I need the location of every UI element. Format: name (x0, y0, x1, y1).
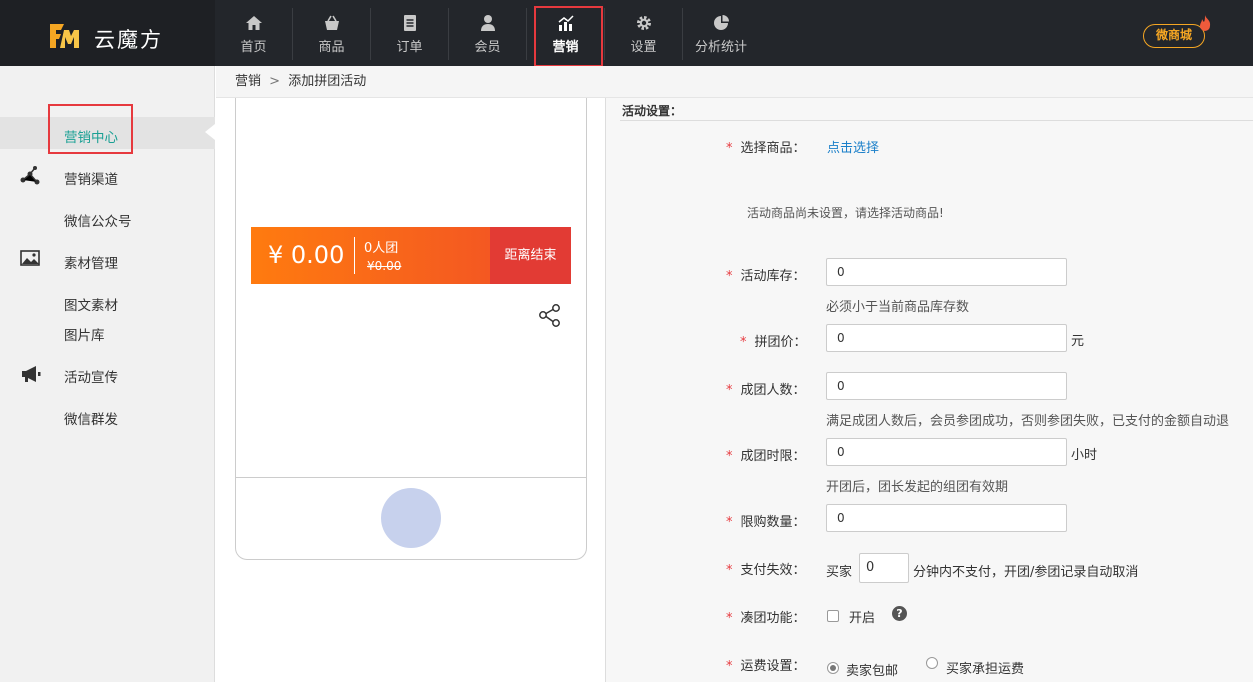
sidebar-item-image-library[interactable]: 图片库 (64, 324, 105, 344)
time-limit-help: 开团后，团长发起的组团有效期 (826, 480, 1009, 495)
nav-label: 设置 (630, 40, 657, 55)
gear-icon (636, 16, 651, 30)
nav-settings[interactable]: 设置 (605, 8, 683, 60)
sidebar-item-wechat-broadcast[interactable]: 微信群发 (64, 408, 118, 428)
help-icon[interactable]: ? (892, 606, 907, 621)
app-name: 云魔方 (94, 28, 163, 52)
phone-home-button (381, 488, 441, 548)
auto-group-label: * 凑团功能： (726, 611, 806, 626)
stock-help: 必须小于当前商品库存数 (826, 300, 970, 315)
group-count-help: 满足成团人数后，会员参团成功，否则参团失败，已支付的金额自动退 (826, 414, 1230, 429)
sidebar-item-material-management[interactable]: 素材管理 (64, 252, 118, 272)
megaphone-icon (22, 366, 41, 382)
time-limit-label: * 成团时限： (726, 449, 806, 464)
sidebar-item-article-material[interactable]: 图文素材 (64, 294, 118, 314)
nav-products[interactable]: 商品 (293, 8, 371, 60)
phone-preview: ¥ 0.00 0人团 ¥0.00 距离结束 (235, 98, 587, 560)
nav-label: 会员 (474, 40, 501, 55)
group-count-input[interactable]: 0 (826, 372, 1067, 400)
pie-icon (714, 15, 729, 30)
sidebar-active-arrow (205, 124, 215, 140)
shipping-option-seller: 卖家包邮 (846, 664, 899, 679)
nav-label: 分析统计 (694, 40, 747, 55)
payment-timeout-prefix: 买家 (826, 565, 853, 580)
top-nav-bar: 云魔方 首页 商品 订单 会员 营销 设置 分析统计 微商城 (0, 0, 1253, 67)
shipping-option-buyer: 买家承担运费 (946, 662, 1025, 677)
group-price-unit: 元 (1071, 334, 1085, 349)
basket-icon (324, 15, 339, 30)
time-limit-input[interactable]: 0 (826, 438, 1067, 466)
nav-orders[interactable]: 订单 (371, 8, 449, 60)
divider (354, 237, 355, 274)
group-price-input[interactable]: 0 (826, 324, 1067, 352)
nav-analytics[interactable]: 分析统计 (683, 8, 759, 60)
product-label: * 选择商品： (726, 141, 806, 156)
auto-group-option: 开启 (849, 611, 876, 626)
breadcrumb-current: 添加拼团活动 (288, 74, 367, 89)
preview-group-size: 0人团 (364, 241, 399, 256)
nav-label: 订单 (396, 40, 423, 55)
share-icon[interactable] (538, 303, 562, 327)
breadcrumb-separator: > (269, 74, 281, 89)
document-icon (403, 15, 416, 31)
sidebar-item-activity-promotion[interactable]: 活动宣传 (64, 366, 118, 386)
breadcrumb-parent[interactable]: 营销 (235, 74, 261, 89)
stock-input[interactable]: 0 (826, 258, 1067, 286)
logo[interactable]: 云魔方 (0, 0, 215, 66)
shipping-label: * 运费设置： (726, 659, 806, 674)
activity-settings-panel: 活动设置： * 选择商品： 点击选择 活动商品尚未设置，请选择活动商品! * 活动库… (605, 98, 1253, 682)
preview-price: ¥ 0.00 (268, 241, 345, 269)
purchase-limit-input[interactable]: 0 (826, 504, 1067, 532)
store-badge[interactable]: 微商城 (1143, 24, 1205, 48)
shipping-radio-buyer[interactable] (926, 657, 938, 669)
time-limit-unit: 小时 (1071, 448, 1098, 463)
image-icon (20, 250, 40, 266)
preview-original-price: ¥0.00 (367, 259, 402, 273)
payment-timeout-suffix: 分钟内不支付，开团/参团记录自动取消 (913, 565, 1139, 580)
shipping-radio-seller[interactable] (827, 662, 839, 674)
nav-home[interactable]: 首页 (215, 8, 293, 60)
flame-icon (1200, 15, 1211, 31)
sidebar-item-marketing-channel[interactable]: 营销渠道 (64, 168, 118, 188)
group-price-label: * 拼团价： (740, 335, 807, 350)
select-product-link[interactable]: 点击选择 (827, 137, 879, 156)
payment-timeout-label: * 支付失效： (726, 563, 806, 578)
preview-countdown-label: 距离结束 (490, 227, 571, 284)
product-notice: 活动商品尚未设置，请选择活动商品! (747, 206, 944, 220)
share-nodes-icon (20, 166, 40, 185)
breadcrumb: 营销 > 添加拼团活动 (216, 66, 1253, 98)
auto-group-checkbox[interactable] (827, 610, 839, 622)
group-price-banner: ¥ 0.00 0人团 ¥0.00 距离结束 (251, 227, 571, 284)
home-icon (245, 16, 262, 30)
divider (620, 120, 1253, 121)
logo-icon (50, 24, 79, 48)
purchase-limit-label: * 限购数量： (726, 515, 806, 530)
sidebar-item-wechat-account[interactable]: 微信公众号 (64, 210, 132, 230)
group-count-label: * 成团人数： (726, 383, 806, 398)
payment-timeout-input[interactable]: 0 (859, 553, 909, 583)
nav-label: 商品 (318, 40, 345, 55)
stock-label: * 活动库存： (726, 269, 806, 284)
nav-label: 首页 (240, 40, 267, 55)
highlight-box-nav (534, 6, 603, 67)
nav-members[interactable]: 会员 (449, 8, 527, 60)
sidebar: 营销中心 营销渠道 微信公众号 素材管理 图文素材 图片库 活动宣传 微信群发 (0, 66, 215, 682)
divider (236, 477, 586, 478)
user-icon (480, 15, 495, 31)
section-title: 活动设置： (622, 104, 683, 118)
highlight-box-sidebar (48, 104, 133, 154)
